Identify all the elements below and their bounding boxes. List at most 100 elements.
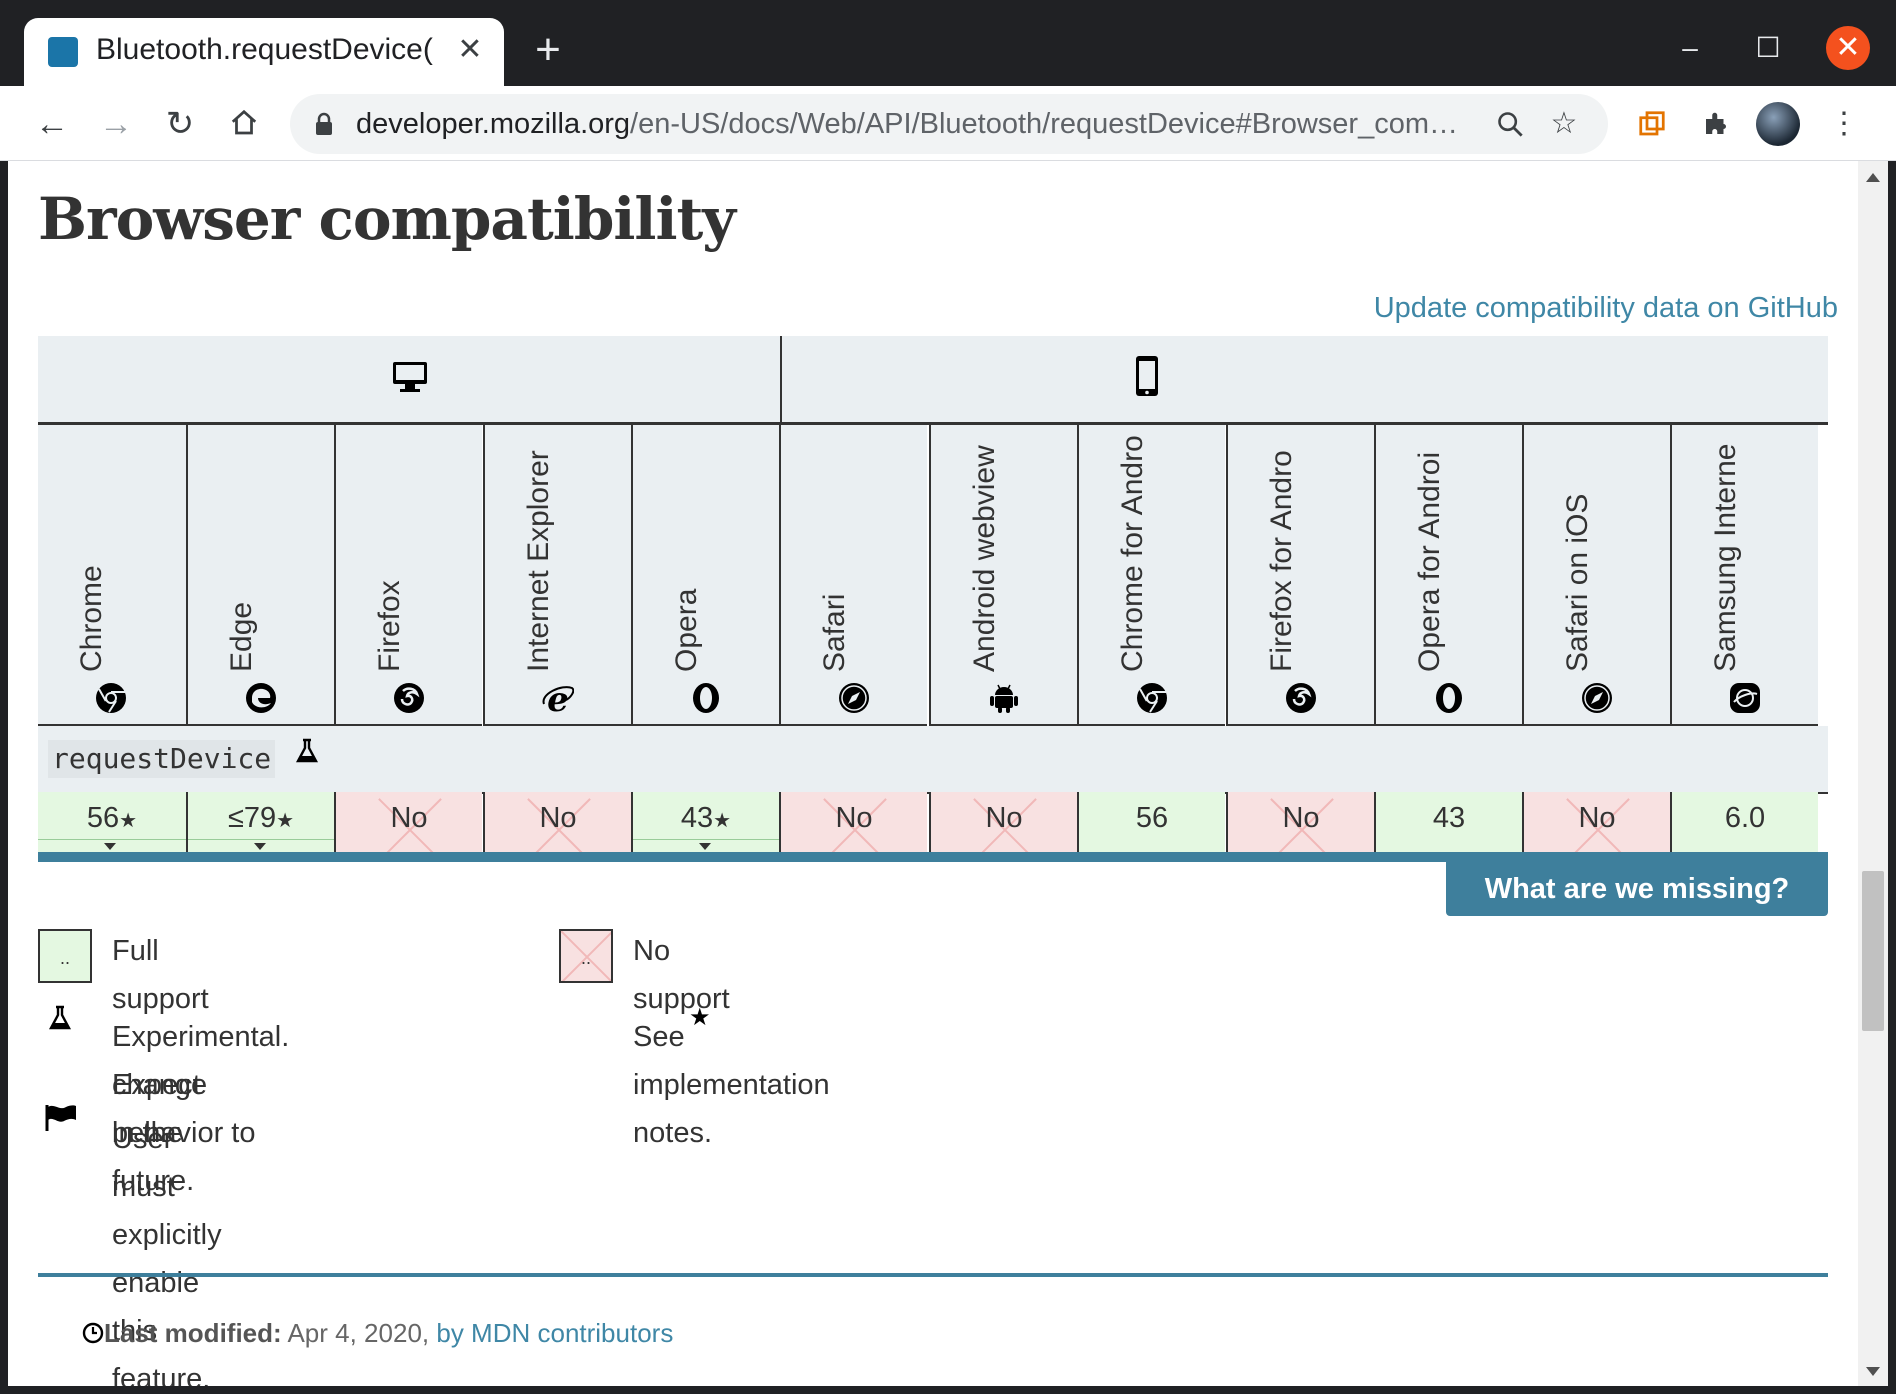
opera-icon (693, 683, 719, 713)
support-value: ≤79 (227, 802, 277, 834)
tab-close-icon[interactable]: ✕ (452, 32, 488, 68)
expand-caret-icon[interactable] (104, 843, 116, 850)
platform-desktop (38, 336, 782, 425)
browser-header-firefox: Firefox (334, 425, 482, 726)
last-modified: Last modified: Apr 4, 2020, by MDN contr… (104, 1315, 673, 1351)
platform-mobile (782, 336, 1828, 425)
browser-name: Firefox (373, 580, 406, 672)
cell-underline (38, 839, 186, 840)
support-cell-edge[interactable]: ≤79★ (186, 792, 334, 852)
browser-header-firefox-for-andro: Firefox for Andro (1226, 425, 1374, 726)
footer-divider (38, 1273, 1828, 1277)
edge-icon (246, 683, 276, 713)
menu-dots-icon[interactable]: ⋮ (1822, 102, 1866, 146)
browser-toolbar: ← → ↻ developer.mozilla.org/en-US/docs/W… (0, 86, 1896, 161)
page-scrollbar[interactable] (1858, 161, 1888, 1386)
support-cell-internet-explorer: No (483, 792, 631, 852)
legend-full-support-label: Full support (112, 935, 209, 1015)
scroll-up-arrow-icon[interactable] (1866, 173, 1880, 182)
reload-icon[interactable]: ↻ (156, 100, 204, 148)
mdn-contributors-link[interactable]: by MDN contributors (436, 1318, 673, 1348)
url-text[interactable]: developer.mozilla.org/en-US/docs/Web/API… (356, 104, 1466, 144)
browser-name: Android webview (968, 445, 1001, 672)
support-cell-samsung-interne: 6.0 (1670, 792, 1818, 852)
extension-icon[interactable] (1630, 102, 1674, 146)
browser-window: Bluetooth.requestDevice( ✕ + – ☐ ✕ ← → ↻… (0, 0, 1896, 1394)
legend-flag-icon (45, 1105, 76, 1131)
support-cell-chrome-for-andro: 56 (1077, 792, 1225, 852)
puzzle-extensions-icon[interactable] (1694, 102, 1738, 146)
expand-caret-icon[interactable] (254, 843, 266, 850)
forward-arrow-icon[interactable]: → (92, 100, 140, 148)
safari-icon (1582, 683, 1612, 713)
browser-header-edge: Edge (186, 425, 334, 726)
opera-icon (1436, 683, 1462, 713)
active-tab[interactable]: Bluetooth.requestDevice( ✕ (24, 18, 504, 86)
browser-header-android-webview: Android webview (929, 425, 1077, 726)
browser-name: Edge (225, 601, 258, 672)
browser-header-internet-explorer: Internet Explorer e (483, 425, 631, 726)
experimental-flask-icon (295, 738, 319, 763)
desktop-icon (393, 362, 427, 392)
browser-header-chrome: Chrome (38, 425, 186, 726)
scroll-thumb[interactable] (1862, 871, 1884, 1031)
support-cell-firefox: No (334, 792, 482, 852)
clock-icon (82, 1322, 104, 1344)
samsung-internet-icon (1730, 683, 1760, 713)
support-cell-opera[interactable]: 43★ (631, 792, 779, 852)
maximize-button[interactable]: ☐ (1746, 26, 1790, 70)
cell-underline (633, 839, 779, 840)
zoom-search-icon[interactable] (1488, 102, 1532, 146)
support-cell-opera-for-androi: 43 (1374, 792, 1522, 852)
legend-no-support-glyph: .. (580, 948, 591, 968)
home-icon[interactable] (220, 100, 268, 148)
address-bar[interactable]: developer.mozilla.org/en-US/docs/Web/API… (290, 94, 1608, 154)
tab-title: Bluetooth.requestDevice( (96, 33, 433, 66)
legend-notes-label: See implementation notes. (633, 1021, 830, 1149)
scroll-down-arrow-icon[interactable] (1866, 1367, 1880, 1376)
firefox-icon (1286, 683, 1316, 713)
support-cell-chrome[interactable]: 56★ (38, 792, 186, 852)
support-value: 56 (1135, 802, 1169, 834)
legend-no-support-label: No support (633, 935, 730, 1015)
last-modified-label: Last modified: (104, 1318, 282, 1348)
close-window-button[interactable]: ✕ (1826, 26, 1870, 70)
back-arrow-icon[interactable]: ← (28, 100, 76, 148)
support-value: 43 (1432, 802, 1466, 834)
mobile-phone-icon (1136, 356, 1158, 396)
what-are-we-missing-button[interactable]: What are we missing? (1446, 862, 1828, 916)
table-bottom-bar (38, 852, 1828, 862)
browser-header-safari: Safari (779, 425, 927, 726)
support-cell-android-webview: No (929, 792, 1077, 852)
support-value: 43 (680, 802, 714, 834)
legend-flask-icon (48, 1005, 72, 1030)
browser-name: Chrome for Andro (1116, 435, 1149, 672)
page-content: Browser compatibility Update compatibili… (8, 161, 1858, 1386)
support-value: No (390, 802, 428, 834)
browser-name: Samsung Interne (1709, 443, 1742, 672)
firefox-icon (394, 683, 424, 713)
browser-name: Safari on iOS (1561, 493, 1594, 672)
browser-header-opera-for-androi: Opera for Androi (1374, 425, 1522, 726)
github-update-link[interactable]: Update compatibility data on GitHub (1258, 288, 1838, 328)
bookmark-star-icon[interactable]: ☆ (1542, 102, 1586, 146)
new-tab-button[interactable]: + (528, 28, 568, 72)
legend-full-support-swatch: .. (38, 929, 92, 983)
support-value: No (985, 802, 1023, 834)
browser-header-safari-on-ios: Safari on iOS (1522, 425, 1670, 726)
expand-caret-icon[interactable] (699, 843, 711, 850)
notes-star-icon: ★ (713, 810, 732, 832)
support-value: No (835, 802, 873, 834)
browser-name: Internet Explorer (522, 450, 555, 672)
ie-icon: e (542, 682, 574, 714)
feature-name[interactable]: requestDevice (48, 740, 276, 778)
browser-header-opera: Opera (631, 425, 779, 726)
tab-strip: Bluetooth.requestDevice( ✕ + – ☐ ✕ (0, 0, 1896, 86)
chrome-icon (96, 683, 126, 713)
minimize-button[interactable]: – (1668, 26, 1712, 70)
browser-name: Chrome (75, 565, 108, 672)
notes-star-icon: ★ (276, 810, 295, 832)
chrome-icon (1137, 683, 1167, 713)
last-modified-date: Apr 4, 2020, (287, 1318, 430, 1348)
profile-avatar[interactable] (1756, 102, 1800, 146)
